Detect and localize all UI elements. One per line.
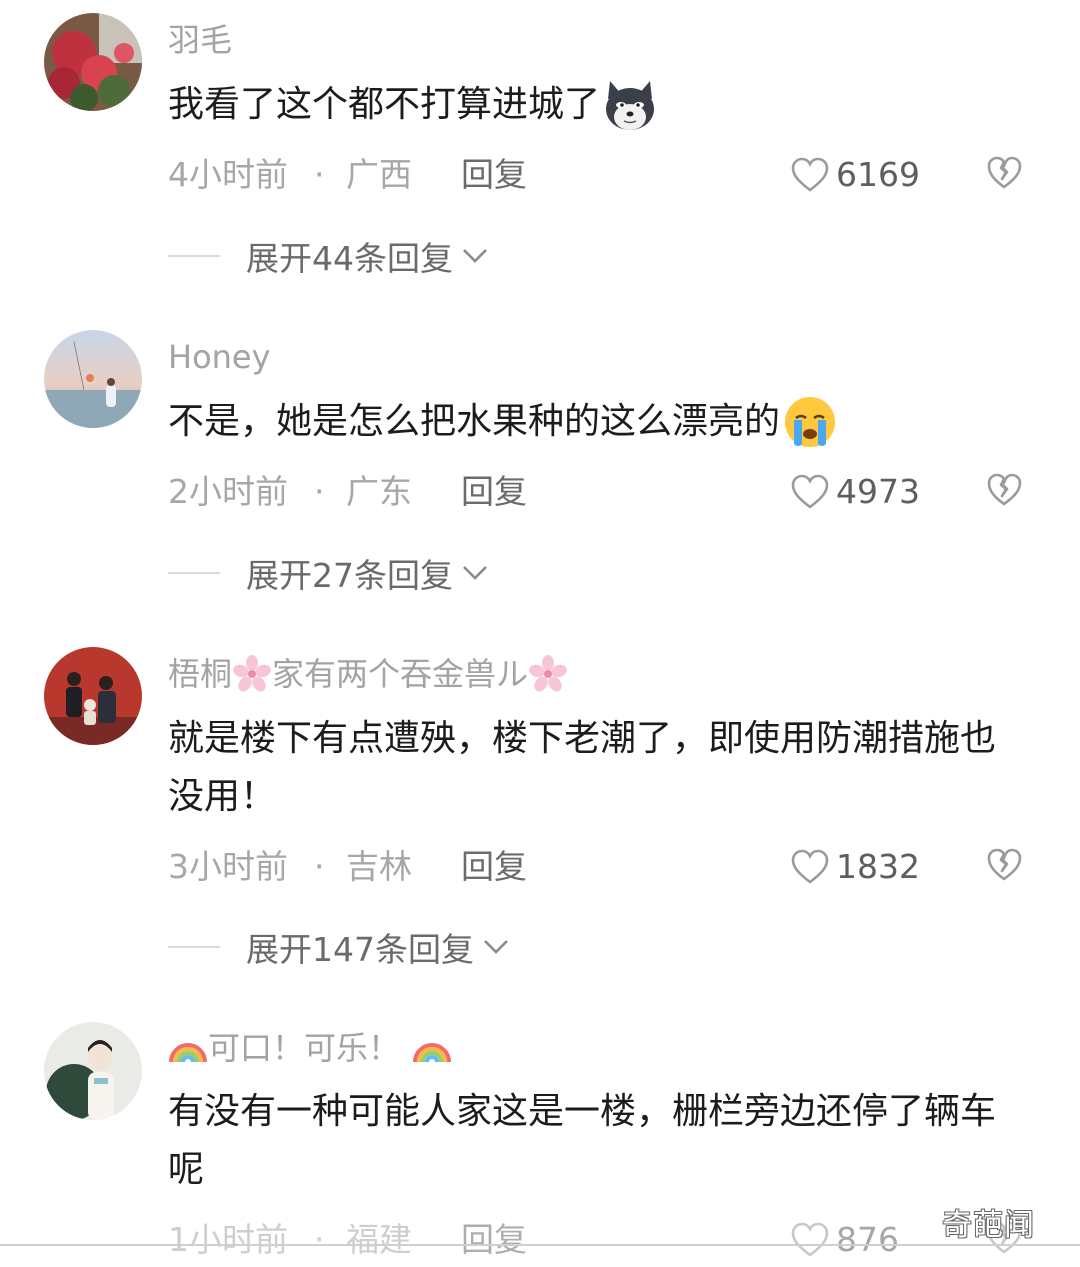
broken-heart-icon — [987, 156, 1022, 189]
dislike-button[interactable] — [986, 155, 1022, 202]
username-text[interactable]: 羽毛 — [168, 20, 232, 60]
comment-text: 不是，她是怎么把水果种的这么漂亮的 — [168, 393, 1028, 451]
crying-face-emoji — [782, 394, 838, 450]
username-text-part[interactable]: 梧桐 — [168, 654, 232, 694]
comment-text: 就是楼下有点遭殃，楼下老潮了，即使用防潮措施也没用！ — [168, 710, 1028, 826]
username-text[interactable]: 可口！可乐！ — [208, 1028, 400, 1068]
heart-icon — [791, 849, 829, 884]
like-button[interactable]: 876 — [790, 1218, 899, 1262]
dislike-button[interactable] — [986, 847, 1022, 894]
comment-meta: 1小时前 · 福建 回复 876 — [168, 1218, 1028, 1262]
location: 福建 — [346, 1220, 412, 1259]
divider-line — [168, 572, 220, 574]
separator-dot: · — [314, 1220, 325, 1259]
chevron-down-icon — [484, 940, 508, 954]
expand-replies-label[interactable]: 展开27条回复 — [246, 549, 453, 597]
like-count: 6169 — [836, 155, 920, 194]
expand-replies-label[interactable]: 展开147条回复 — [246, 923, 474, 971]
timestamp: 4小时前 — [168, 155, 288, 194]
broken-heart-icon — [987, 848, 1022, 881]
separator-dot: · — [314, 155, 325, 194]
username[interactable]: 可口！可乐！ — [168, 1028, 452, 1068]
separator-dot: · — [314, 472, 325, 511]
cherry-blossom-icon — [232, 654, 272, 694]
comment-meta: 2小时前 · 广东 回复 4973 — [168, 470, 1028, 514]
avatar[interactable] — [44, 330, 142, 428]
username-text-part[interactable]: 家有两个吞金兽ル — [272, 654, 528, 694]
watermark: 奇葩闻 — [942, 1208, 1035, 1243]
like-count: 876 — [836, 1220, 899, 1259]
location: 吉林 — [346, 847, 412, 886]
reply-button[interactable]: 回复 — [461, 153, 527, 197]
location: 广西 — [346, 155, 412, 194]
divider-line — [168, 255, 220, 257]
dislike-button[interactable] — [986, 472, 1022, 519]
reply-button[interactable]: 回复 — [461, 470, 527, 514]
bottom-divider — [0, 1244, 1080, 1246]
heart-icon — [791, 157, 829, 192]
avatar[interactable] — [44, 647, 142, 745]
chevron-down-icon — [463, 566, 487, 580]
like-button[interactable]: 1832 — [790, 845, 920, 889]
username[interactable]: 梧桐 家有两个吞金兽ル — [168, 654, 568, 694]
like-count: 4973 — [836, 472, 920, 511]
broken-heart-icon — [987, 473, 1022, 506]
timestamp: 1小时前 — [168, 1220, 288, 1259]
comment-meta: 3小时前 · 吉林 回复 1832 — [168, 845, 1028, 889]
like-button[interactable]: 4973 — [790, 470, 920, 514]
separator-dot: · — [314, 847, 325, 886]
location: 广东 — [346, 472, 412, 511]
username[interactable]: 羽毛 — [168, 20, 232, 60]
rainbow-icon — [168, 1028, 208, 1068]
cherry-blossom-icon — [528, 654, 568, 694]
heart-icon — [791, 1222, 829, 1257]
divider-line — [168, 946, 220, 948]
username-text[interactable]: Honey — [168, 337, 271, 377]
expand-replies-button[interactable]: 展开44条回复 — [168, 236, 489, 278]
expand-replies-label[interactable]: 展开44条回复 — [246, 232, 453, 280]
comment-text: 有没有一种可能人家这是一楼，栅栏旁边还停了辆车呢 — [168, 1083, 1028, 1199]
comment-content: 就是楼下有点遭殃，楼下老潮了，即使用防潮措施也没用！ — [168, 718, 997, 817]
rainbow-icon — [412, 1028, 452, 1068]
comment-content: 有没有一种可能人家这是一楼，栅栏旁边还停了辆车呢 — [168, 1091, 997, 1190]
reply-button[interactable]: 回复 — [461, 1218, 527, 1262]
expand-replies-button[interactable]: 展开27条回复 — [168, 553, 489, 595]
timestamp: 3小时前 — [168, 847, 288, 886]
heart-icon — [791, 474, 829, 509]
comment-meta: 4小时前 · 广西 回复 6169 — [168, 153, 1028, 197]
comment-text: 我看了这个都不打算进城了 — [168, 76, 1028, 134]
reply-button[interactable]: 回复 — [461, 845, 527, 889]
avatar[interactable] — [44, 13, 142, 111]
like-button[interactable]: 6169 — [790, 153, 920, 197]
username[interactable]: Honey — [168, 337, 271, 377]
expand-replies-button[interactable]: 展开147条回复 — [168, 927, 510, 969]
comment-content: 我看了这个都不打算进城了 — [168, 84, 601, 125]
avatar[interactable] — [44, 1022, 142, 1120]
husky-dog-emoji — [602, 77, 658, 133]
like-count: 1832 — [836, 847, 920, 886]
timestamp: 2小时前 — [168, 472, 288, 511]
comment-content: 不是，她是怎么把水果种的这么漂亮的 — [168, 401, 781, 442]
chevron-down-icon — [463, 249, 487, 263]
